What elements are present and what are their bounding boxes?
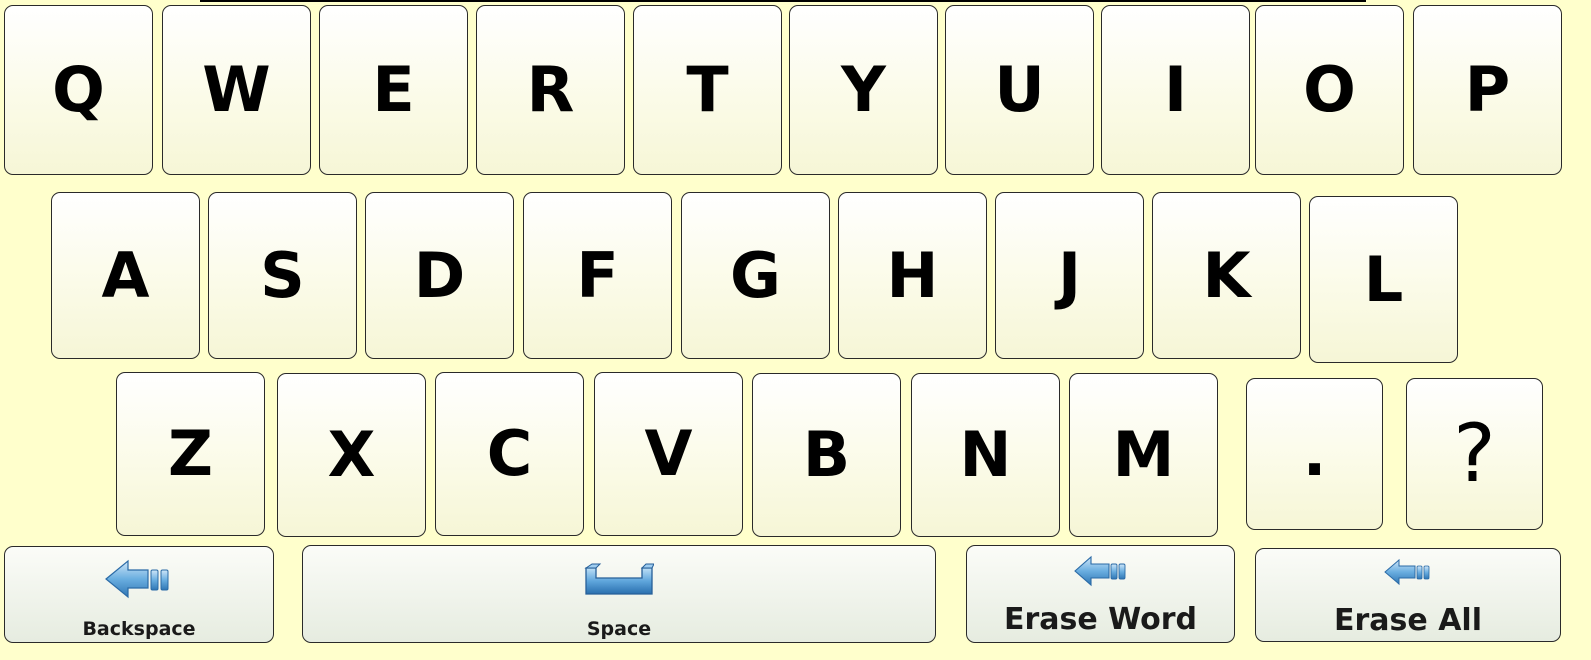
key-label: J <box>1057 238 1082 312</box>
key-u[interactable]: U <box>945 5 1094 175</box>
key-label: E <box>372 53 415 126</box>
key-label: N <box>959 418 1012 491</box>
erase-word-arrow-icon <box>1073 554 1129 588</box>
key-c[interactable]: C <box>435 372 584 536</box>
key-n[interactable]: N <box>911 373 1060 537</box>
key-label: Z <box>168 417 213 490</box>
key-label: . <box>1302 417 1327 490</box>
backspace-label: Backspace <box>82 618 196 640</box>
key-label: D <box>413 238 466 312</box>
key-m[interactable]: M <box>1069 373 1218 537</box>
space-label: Space <box>586 618 652 640</box>
space-button[interactable]: Space <box>302 545 936 643</box>
key-label: P <box>1464 53 1511 126</box>
key-label: B <box>802 418 851 491</box>
backspace-arrow-icon <box>104 557 174 601</box>
key-label: T <box>686 53 729 126</box>
key-t[interactable]: T <box>633 5 782 175</box>
top-divider <box>200 0 1366 2</box>
key-label: X <box>327 418 376 491</box>
erase-all-arrow-icon <box>1383 557 1433 587</box>
key-e[interactable]: E <box>319 5 468 175</box>
key-label: ? <box>1453 407 1496 500</box>
key-label: C <box>486 417 533 490</box>
key-label: M <box>1112 418 1175 491</box>
key-d[interactable]: D <box>365 192 514 359</box>
key-label: O <box>1303 53 1356 126</box>
key-f[interactable]: F <box>523 192 672 359</box>
key-label: V <box>644 417 693 490</box>
key-z[interactable]: Z <box>116 372 265 536</box>
key-question-mark[interactable]: ? <box>1406 378 1543 530</box>
erase-all-button[interactable]: Erase All <box>1255 548 1561 642</box>
key-l[interactable]: L <box>1309 196 1458 363</box>
key-label: I <box>1163 53 1188 126</box>
key-h[interactable]: H <box>838 192 987 359</box>
key-period[interactable]: . <box>1246 378 1383 530</box>
key-label: F <box>576 238 619 312</box>
key-label: R <box>526 53 575 126</box>
key-y[interactable]: Y <box>789 5 938 175</box>
key-label: Y <box>841 53 886 126</box>
key-x[interactable]: X <box>277 373 426 537</box>
key-label: Q <box>52 53 105 126</box>
erase-word-label: Erase Word <box>1003 602 1198 637</box>
key-b[interactable]: B <box>752 373 901 537</box>
key-i[interactable]: I <box>1101 5 1250 175</box>
key-label: H <box>886 238 939 312</box>
erase-all-label: Erase All <box>1334 603 1482 638</box>
key-g[interactable]: G <box>681 192 830 359</box>
backspace-button[interactable]: Backspace <box>4 546 274 643</box>
key-o[interactable]: O <box>1255 5 1404 175</box>
key-label: A <box>101 238 150 312</box>
key-label: S <box>260 238 305 312</box>
key-a[interactable]: A <box>51 192 200 359</box>
key-label: L <box>1363 242 1404 316</box>
key-p[interactable]: P <box>1413 5 1562 175</box>
erase-word-button[interactable]: Erase Word <box>966 545 1235 643</box>
key-v[interactable]: V <box>594 372 743 536</box>
space-bar-icon <box>584 562 655 598</box>
key-label: W <box>202 53 271 126</box>
key-s[interactable]: S <box>208 192 357 359</box>
key-w[interactable]: W <box>162 5 311 175</box>
key-label: G <box>730 238 781 312</box>
key-j[interactable]: J <box>995 192 1144 359</box>
key-q[interactable]: Q <box>4 5 153 175</box>
key-r[interactable]: R <box>476 5 625 175</box>
key-k[interactable]: K <box>1152 192 1301 359</box>
key-label: K <box>1202 238 1251 312</box>
key-label: U <box>994 53 1045 126</box>
